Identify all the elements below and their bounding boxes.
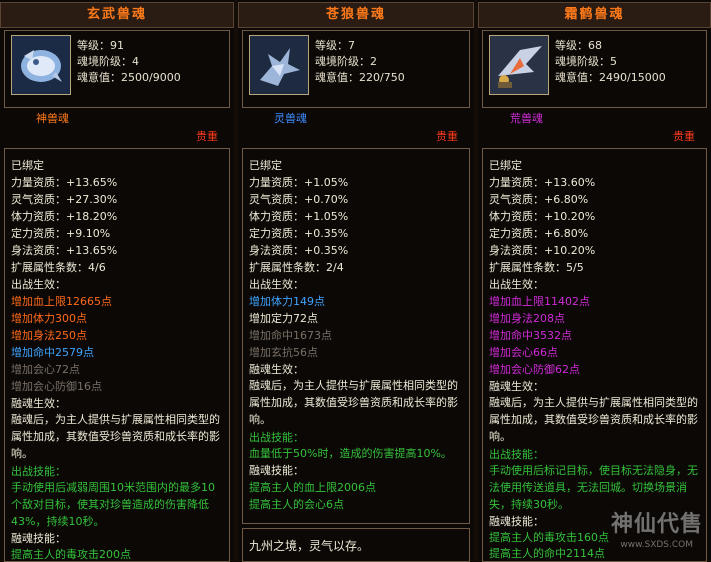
attr-spirit: 灵气资质：+6.80% bbox=[489, 193, 589, 206]
ext-attr-count: 扩展属性条数：4/6 bbox=[11, 261, 106, 274]
pet-soul-panel-canglang: 苍狼兽魂 等级：7 魂境阶级：2 魂意值：220/750 灵兽魂 贵重 已绑定 … bbox=[238, 0, 474, 562]
fusion-effect-text: 融魂后，为主人提供与扩展属性相同类型的属性加成，其数值受珍兽资质和成长率的影响。 bbox=[249, 379, 458, 426]
info-box: 等级：91 魂境阶级：4 魂意值：2500/9000 bbox=[4, 30, 230, 108]
attr-agility: 身法资质：+13.65% bbox=[11, 244, 118, 257]
panel-title: 玄武兽魂 bbox=[0, 2, 234, 28]
fusion-effect-title: 融魂生效： bbox=[249, 363, 304, 376]
attr-stamina: 体力资质：+18.20% bbox=[11, 210, 118, 223]
detail-box: 已绑定 力量资质：+13.60% 灵气资质：+6.80% 体力资质：+10.20… bbox=[482, 148, 707, 562]
fusion-effect-title: 融魂生效： bbox=[489, 380, 544, 393]
attr-focus: 定力资质：+9.10% bbox=[11, 227, 111, 240]
detail-box: 已绑定 力量资质：+1.05% 灵气资质：+0.70% 体力资质：+1.05% … bbox=[242, 148, 470, 524]
lore-box: 九州之境，灵气以存。 bbox=[242, 528, 470, 562]
attr-focus: 定力资质：+0.35% bbox=[249, 227, 349, 240]
panel-title: 霜鹤兽魂 bbox=[478, 2, 711, 28]
precious-label: 贵重 bbox=[196, 130, 218, 143]
soul-value-text: 魂意值：220/750 bbox=[315, 71, 405, 84]
battle-effect-item: 增加会心66点 bbox=[489, 346, 558, 359]
attr-strength: 力量资质：+13.60% bbox=[489, 176, 596, 189]
battle-skill-text: 手动使用后减弱周围10米范围内的最多10个敌对目标，使其对珍兽造成的伤害降低43… bbox=[11, 481, 215, 528]
soul-type-label: 神兽魂 bbox=[36, 112, 69, 125]
pet-soul-panel-shuanghe: 霜鹤兽魂 等级：68 魂境阶级：5 魂意值：2490/15000 荒兽魂 贵重 … bbox=[478, 0, 711, 562]
attr-focus: 定力资质：+6.80% bbox=[489, 227, 589, 240]
battle-effect-item: 增加命中2579点 bbox=[11, 346, 94, 359]
fusion-skill-title: 融魂技能： bbox=[249, 464, 304, 477]
battle-effect-item: 增加体力300点 bbox=[11, 312, 87, 325]
soul-value-text: 魂意值：2490/15000 bbox=[555, 71, 666, 84]
battle-skill-title: 出战技能： bbox=[249, 431, 304, 444]
fusion-skill-title: 融魂技能： bbox=[11, 532, 66, 545]
attr-strength: 力量资质：+1.05% bbox=[249, 176, 349, 189]
fusion-skill-text: 提高主人的血上限2006点 bbox=[249, 481, 376, 494]
battle-effect-item: 增加命中1673点 bbox=[249, 329, 332, 342]
pet-soul-panel-xuanwu: 玄武兽魂 等级：91 魂境阶级：4 魂意值：2500/9000 神兽魂 贵重 已… bbox=[0, 0, 234, 562]
fusion-effect-text: 融魂后，为主人提供与扩展属性相同类型的属性加成，其数值受珍兽资质和成长率的影响。 bbox=[11, 413, 220, 460]
battle-effect-item: 增加会心防御16点 bbox=[11, 380, 102, 393]
watermark-url: www.SXDS.COM bbox=[620, 540, 693, 550]
detail-box: 已绑定 力量资质：+13.65% 灵气资质：+27.30% 体力资质：+18.2… bbox=[4, 148, 230, 562]
bound-status: 已绑定 bbox=[11, 159, 44, 172]
battle-effect-title: 出战生效： bbox=[489, 278, 544, 291]
fusion-skill-text: 提高主人的会心6点 bbox=[249, 498, 344, 511]
battle-effect-title: 出战生效： bbox=[11, 278, 66, 291]
ext-attr-count: 扩展属性条数：5/5 bbox=[489, 261, 584, 274]
battle-effect-title: 出战生效： bbox=[249, 278, 304, 291]
fusion-effect-text: 融魂后，为主人提供与扩展属性相同类型的属性加成，其数值受珍兽资质和成长率的影响。 bbox=[489, 396, 698, 443]
info-box: 等级：7 魂境阶级：2 魂意值：220/750 bbox=[242, 30, 470, 108]
realm-rank-text: 魂境阶级：4 bbox=[77, 55, 139, 68]
level-text: 等级：91 bbox=[77, 39, 124, 52]
attr-stamina: 体力资质：+10.20% bbox=[489, 210, 596, 223]
site-watermark: 神仙代售 www.SXDS.COM bbox=[583, 506, 703, 550]
soul-type-label: 灵兽魂 bbox=[274, 112, 307, 125]
attr-agility: 身法资质：+0.35% bbox=[249, 244, 349, 257]
info-box: 等级：68 魂境阶级：5 魂意值：2490/15000 bbox=[482, 30, 707, 108]
attr-agility: 身法资质：+10.20% bbox=[489, 244, 596, 257]
battle-skill-title: 出战技能： bbox=[11, 465, 66, 478]
lore-text: 九州之境，灵气以存。 bbox=[249, 539, 370, 553]
bound-status: 已绑定 bbox=[489, 159, 522, 172]
tortoise-soul-icon[interactable] bbox=[11, 35, 71, 95]
soul-type-label: 荒兽魂 bbox=[510, 112, 543, 125]
battle-effect-item: 增加玄抗56点 bbox=[249, 346, 318, 359]
precious-label: 贵重 bbox=[436, 130, 458, 143]
battle-effect-item: 增加会心防御62点 bbox=[489, 363, 580, 376]
battle-effect-item: 增加血上限12665点 bbox=[11, 295, 112, 308]
precious-label: 贵重 bbox=[673, 130, 695, 143]
battle-effect-item: 增加体力149点 bbox=[249, 295, 325, 308]
battle-effect-item: 增加血上限11402点 bbox=[489, 295, 590, 308]
wolf-soul-icon[interactable] bbox=[249, 35, 309, 95]
panel-title: 苍狼兽魂 bbox=[238, 2, 474, 28]
realm-rank-text: 魂境阶级：2 bbox=[315, 55, 377, 68]
realm-rank-text: 魂境阶级：5 bbox=[555, 55, 617, 68]
watermark-logo-text: 神仙代售 bbox=[610, 512, 703, 537]
fusion-effect-title: 融魂生效： bbox=[11, 397, 66, 410]
fusion-skill-title: 融魂技能： bbox=[489, 515, 544, 528]
battle-skill-text: 血量低于50%时，造成的伤害提高10%。 bbox=[249, 447, 452, 460]
level-text: 等级：7 bbox=[315, 39, 355, 52]
battle-effect-item: 增加命中3532点 bbox=[489, 329, 572, 342]
battle-effect-item: 增加定力72点 bbox=[249, 312, 318, 325]
attr-strength: 力量资质：+13.65% bbox=[11, 176, 118, 189]
battle-effect-item: 增加会心72点 bbox=[11, 363, 80, 376]
battle-effect-item: 增加身法208点 bbox=[489, 312, 565, 325]
soul-value-text: 魂意值：2500/9000 bbox=[77, 71, 181, 84]
attr-stamina: 体力资质：+1.05% bbox=[249, 210, 349, 223]
crane-soul-icon[interactable] bbox=[489, 35, 549, 95]
bound-status: 已绑定 bbox=[249, 159, 282, 172]
battle-skill-title: 出战技能： bbox=[489, 448, 544, 461]
attr-spirit: 灵气资质：+0.70% bbox=[249, 193, 349, 206]
ext-attr-count: 扩展属性条数：2/4 bbox=[249, 261, 344, 274]
level-text: 等级：68 bbox=[555, 39, 602, 52]
battle-effect-item: 增加身法250点 bbox=[11, 329, 87, 342]
attr-spirit: 灵气资质：+27.30% bbox=[11, 193, 118, 206]
